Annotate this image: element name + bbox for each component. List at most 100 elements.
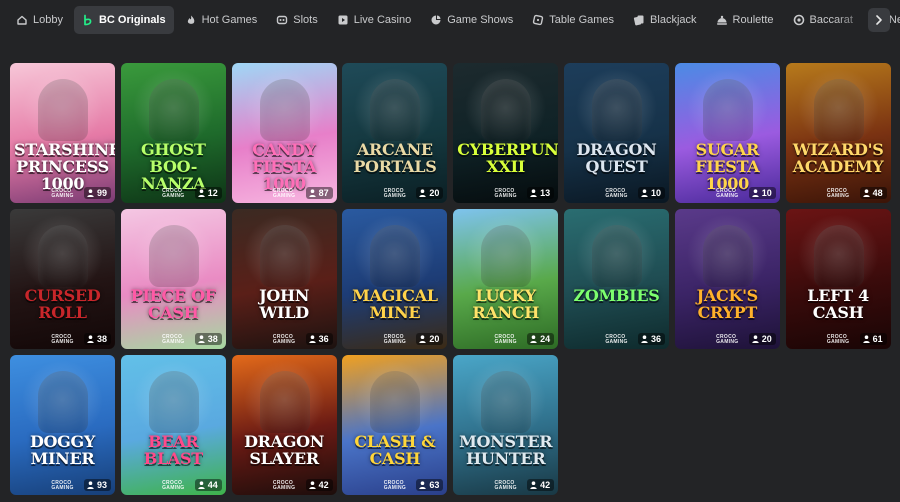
game-card[interactable]: MONSTER HUNTER CROCO GAMING 42 xyxy=(453,355,559,495)
character-illustration xyxy=(148,225,199,287)
player-count-badge: 61 xyxy=(859,333,887,345)
game-title: WIZARD'S ACADEMY xyxy=(792,140,884,176)
baccarat-icon xyxy=(793,14,805,26)
game-title: ZOMBIES xyxy=(573,286,660,305)
character-illustration xyxy=(813,79,864,141)
game-card[interactable]: CYBERPUNK XXII CROCOGAMING 13 xyxy=(453,63,559,203)
game-card[interactable]: CURSED ROLL CROCO GAMING 38 xyxy=(10,209,115,349)
game-card[interactable]: JOHN WILD CROCO GAMING 36 xyxy=(231,209,337,349)
provider-logo: CROCO GAMING xyxy=(716,189,738,199)
provider-logo: CROCO GAMING xyxy=(384,189,406,199)
provider-logo: CROCO GAMING xyxy=(384,481,406,491)
game-title: ARCANE PORTALS xyxy=(353,140,437,176)
tab-label: Table Games xyxy=(549,14,615,26)
game-card[interactable]: CLASH & CASH CROCO GAMING 63 xyxy=(342,355,448,495)
character-illustration xyxy=(38,371,88,433)
provider-logo: CROCO GAMING xyxy=(162,335,184,345)
tab-hot-games[interactable]: Hot Games xyxy=(177,6,266,34)
player-count-badge: 48 xyxy=(859,187,887,199)
provider-subtitle: GAMING xyxy=(272,485,296,491)
provider-logo: CROCO GAMING xyxy=(716,335,738,345)
game-card[interactable]: DOGGY MINER CROCO GAMING 93 xyxy=(10,355,115,495)
game-title: PIECE OF CASH xyxy=(130,286,216,322)
user-icon xyxy=(198,481,205,489)
provider-subtitle: GAMING xyxy=(494,485,517,491)
player-count-badge: 38 xyxy=(194,333,222,345)
player-count-badge: 87 xyxy=(305,187,333,199)
game-title: BEAR BLAST xyxy=(143,432,203,468)
game-card[interactable]: ARCANE PORTALS CROCO GAMING 20 xyxy=(342,63,448,203)
character-illustration xyxy=(370,371,421,433)
provider-subtitle: GAMING xyxy=(51,339,74,345)
character-illustration xyxy=(259,371,310,433)
player-count: 42 xyxy=(540,480,551,490)
chevron-right-icon xyxy=(876,15,882,25)
game-card[interactable]: JACK'S CRYPT CROCO GAMING 20 xyxy=(674,209,780,349)
game-card[interactable]: DRAGON QUEST CROCO GAMING 10 xyxy=(564,63,669,203)
game-card[interactable]: GHOST BOO-NANZA CROCO GAMING 12 xyxy=(120,63,226,203)
game-card[interactable]: WIZARD'S ACADEMY CROCO GAMING 48 xyxy=(785,63,891,203)
provider-logo: CROCO GAMING xyxy=(827,335,849,345)
character-illustration xyxy=(813,225,864,287)
player-count: 13 xyxy=(540,188,551,198)
game-card[interactable]: SUGAR FIESTA 1000 CROCO GAMING 10 xyxy=(674,63,780,203)
scroll-right-button[interactable] xyxy=(868,8,890,32)
game-card[interactable]: LUCKY RANCH CROCO GAMING 24 xyxy=(453,209,559,349)
provider-subtitle: GAMING xyxy=(162,485,185,491)
provider-logo: CROCO GAMING xyxy=(51,189,73,199)
provider-logo: CROCO GAMING xyxy=(495,481,517,491)
user-icon xyxy=(308,335,316,343)
player-count-badge: 42 xyxy=(527,479,555,491)
player-count-badge: 20 xyxy=(748,333,776,345)
tab-live-casino[interactable]: Live Casino xyxy=(329,6,419,34)
provider-subtitle: GAMING xyxy=(716,193,739,199)
game-card[interactable]: STARSHINE PRINCESS 1000 CROCO GAMING 99 xyxy=(10,63,115,203)
cards-icon xyxy=(633,14,645,26)
player-count: 24 xyxy=(540,334,551,344)
player-count: 36 xyxy=(650,334,661,344)
provider-subtitle: GAMING xyxy=(383,485,407,491)
tab-blackjack[interactable]: Blackjack xyxy=(625,6,704,34)
provider-subtitle: GAMING xyxy=(494,339,517,345)
tab-label: Live Casino xyxy=(353,14,412,26)
player-count: 87 xyxy=(318,188,329,198)
tab-roulette[interactable]: Roulette xyxy=(708,6,782,34)
tab-bc-originals[interactable]: BC Originals xyxy=(73,6,174,34)
home-icon xyxy=(16,14,28,26)
user-icon xyxy=(530,189,537,197)
provider-subtitle: GAMING xyxy=(272,339,296,345)
tab-slots[interactable]: Slots xyxy=(268,6,325,34)
player-count: 61 xyxy=(872,334,883,344)
game-card[interactable]: CANDY FIESTA 1000 CROCO GAMING 87 xyxy=(231,63,337,203)
player-count-badge: 13 xyxy=(527,187,555,199)
user-icon xyxy=(641,335,648,343)
provider-logo: CROCO GAMING xyxy=(605,335,627,345)
game-card[interactable]: MAGICAL MINE CROCO GAMING 20 xyxy=(342,209,448,349)
game-title: CYBERPUNK XXII xyxy=(457,140,559,176)
character-illustration xyxy=(481,225,532,287)
slots-icon xyxy=(276,14,288,26)
tab-game-shows[interactable]: Game Shows xyxy=(422,6,521,34)
game-card[interactable]: DRAGON SLAYER CROCO GAMING 42 xyxy=(231,355,337,495)
character-illustration xyxy=(592,225,642,287)
provider-subtitle: GAMING xyxy=(51,193,74,199)
game-title: LEFT 4 CASH xyxy=(807,286,869,322)
player-count-badge: 10 xyxy=(748,187,776,199)
tab-label: BC Originals xyxy=(98,14,166,26)
player-count: 42 xyxy=(318,480,329,490)
game-card[interactable]: ZOMBIES CROCO GAMING 36 xyxy=(564,209,669,349)
user-icon xyxy=(198,189,205,197)
provider-subtitle: GAMING xyxy=(162,193,185,199)
tab-table-games[interactable]: Table Games xyxy=(524,6,622,34)
provider-subtitle: GAMING xyxy=(272,193,296,199)
player-count-badge: 42 xyxy=(305,479,333,491)
game-card[interactable]: LEFT 4 CASH CROCO GAMING 61 xyxy=(785,209,891,349)
game-title: DRAGON QUEST xyxy=(576,140,657,176)
tab-lobby[interactable]: Lobby xyxy=(8,6,71,34)
user-icon xyxy=(530,335,537,343)
live-icon xyxy=(337,14,349,26)
player-count-badge: 63 xyxy=(416,479,444,491)
game-card[interactable]: PIECE OF CASH CROCO GAMING 38 xyxy=(120,209,226,349)
user-icon xyxy=(419,335,427,343)
game-card[interactable]: BEAR BLAST CROCO GAMING 44 xyxy=(120,355,226,495)
